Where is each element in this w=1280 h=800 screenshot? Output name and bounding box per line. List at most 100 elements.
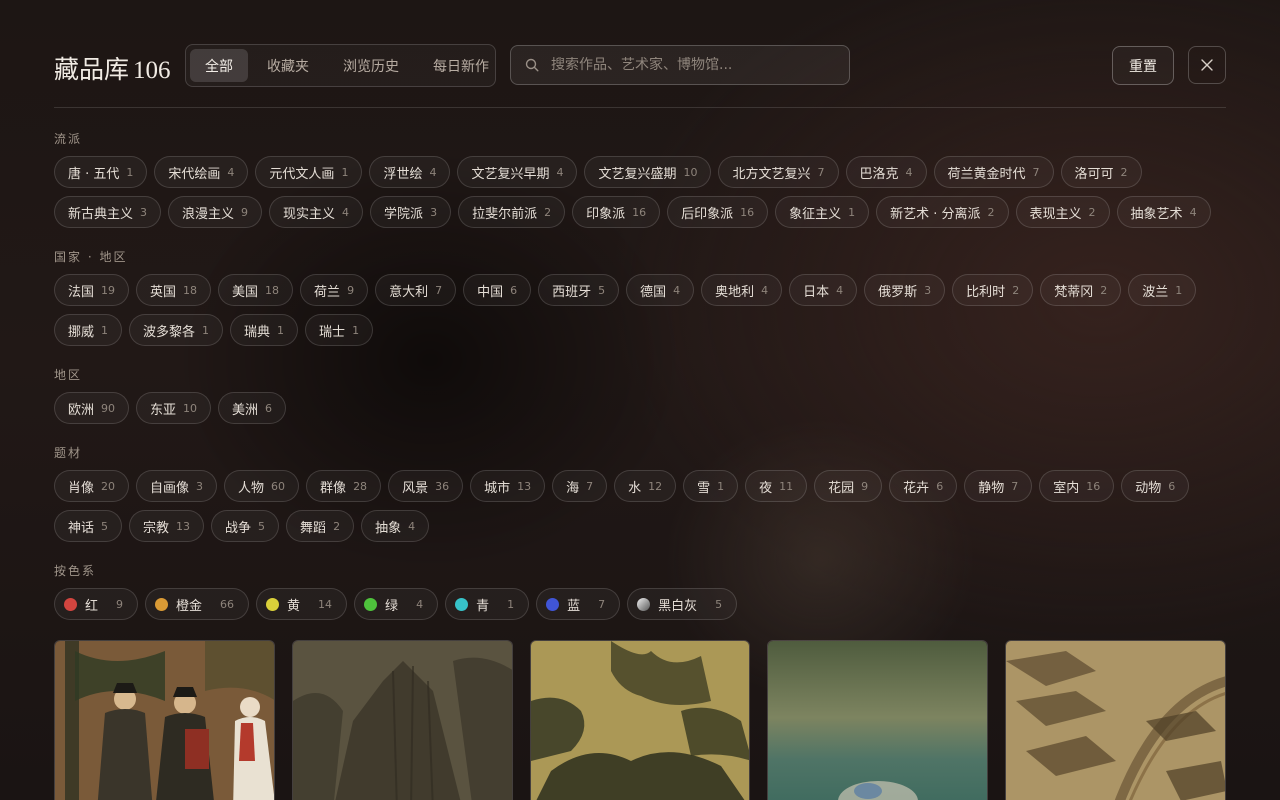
filter-chip[interactable]: 群像 28 xyxy=(306,470,382,502)
filter-chip[interactable]: 黄 14 xyxy=(256,588,348,620)
filter-chip[interactable]: 现实主义 4 xyxy=(269,196,364,228)
filter-chip[interactable]: 后印象派 16 xyxy=(667,196,769,228)
tab-all[interactable]: 全部 xyxy=(190,49,248,82)
artwork-card[interactable] xyxy=(767,640,989,800)
filter-chip[interactable]: 意大利 7 xyxy=(375,274,457,306)
filter-chip[interactable]: 波兰 1 xyxy=(1128,274,1197,306)
search-input[interactable] xyxy=(551,57,831,73)
filter-chip[interactable]: 水 12 xyxy=(614,470,677,502)
filter-chip[interactable]: 瑞典 1 xyxy=(230,314,299,346)
filter-chip[interactable]: 橙金 66 xyxy=(145,588,250,620)
filter-chip[interactable]: 美国 18 xyxy=(218,274,294,306)
filter-chip-count: 4 xyxy=(673,283,681,297)
filter-chip[interactable]: 宋代绘画 4 xyxy=(154,156,249,188)
filter-chip[interactable]: 花卉 6 xyxy=(889,470,958,502)
filter-chip[interactable]: 印象派 16 xyxy=(572,196,661,228)
filter-chip[interactable]: 舞蹈 2 xyxy=(286,510,355,542)
search-box[interactable] xyxy=(510,45,850,85)
filter-chip[interactable]: 室内 16 xyxy=(1039,470,1115,502)
artwork-card[interactable] xyxy=(54,640,275,800)
filter-chip[interactable]: 荷兰黄金时代 7 xyxy=(933,156,1054,188)
filter-chip[interactable]: 文艺复兴早期 4 xyxy=(457,156,578,188)
artwork-card[interactable] xyxy=(529,640,751,800)
filter-chip[interactable]: 动物 6 xyxy=(1121,470,1190,502)
filter-chip[interactable]: 海7 xyxy=(552,470,608,502)
filter-chip[interactable]: 抽象 4 xyxy=(361,510,430,542)
filter-chip[interactable]: 浮世绘 4 xyxy=(369,156,451,188)
filter-chip[interactable]: 法国 19 xyxy=(54,274,130,306)
tab-daily-new[interactable]: 每日新作 xyxy=(418,49,504,82)
filter-chip[interactable]: 欧洲 90 xyxy=(54,392,130,424)
filter-chip[interactable]: 学院派 3 xyxy=(370,196,452,228)
filter-chip[interactable]: 波多黎各 1 xyxy=(129,314,224,346)
filter-chip[interactable]: 文艺复兴盛期 10 xyxy=(584,156,712,188)
filter-chip[interactable]: 宗教 13 xyxy=(129,510,205,542)
filter-chip[interactable]: 北方文艺复兴 7 xyxy=(718,156,839,188)
filter-chip[interactable]: 表现主义 2 xyxy=(1015,196,1110,228)
filter-chip[interactable]: 绿4 xyxy=(354,588,439,620)
filter-chip[interactable]: 浪漫主义 9 xyxy=(168,196,263,228)
filter-chip[interactable]: 花园 9 xyxy=(814,470,883,502)
filter-chip[interactable]: 荷兰 9 xyxy=(300,274,369,306)
filter-chip-count: 13 xyxy=(176,519,191,533)
filter-chip[interactable]: 新古典主义 3 xyxy=(54,196,162,228)
filter-chip-label: 橙金 xyxy=(176,598,203,614)
filter-chip-label: 雪 xyxy=(697,480,711,496)
filter-chip-label: 新艺术 · 分离派 xyxy=(890,206,981,222)
filter-chip[interactable]: 人物 60 xyxy=(224,470,300,502)
subject-filter-section: 题材 肖像 20 自画像 3 人物 60 群像 28 风景 36 城市 13 海 7 水 12 雪 1 夜 11 花园 9… xyxy=(54,445,1226,542)
filter-chip-count: 6 xyxy=(510,283,518,297)
filter-chip-label: 海 xyxy=(566,480,580,496)
filter-chip[interactable]: 战争 5 xyxy=(211,510,280,542)
filter-chip[interactable]: 新艺术 · 分离派 2 xyxy=(876,196,1009,228)
filter-chip[interactable]: 静物 7 xyxy=(964,470,1033,502)
filter-chip[interactable]: 雪1 xyxy=(683,470,739,502)
filter-chip[interactable]: 元代文人画 1 xyxy=(255,156,363,188)
filter-chip[interactable]: 青1 xyxy=(445,588,530,620)
reset-button[interactable]: 重置 xyxy=(1112,46,1174,85)
tab-history[interactable]: 浏览历史 xyxy=(328,49,414,82)
filter-chip-label: 象征主义 xyxy=(789,206,842,222)
filter-chip[interactable]: 中国 6 xyxy=(463,274,532,306)
filter-chip-count: 2 xyxy=(333,519,341,533)
filter-chip[interactable]: 蓝7 xyxy=(536,588,621,620)
filter-chip[interactable]: 英国 18 xyxy=(136,274,212,306)
filter-chip[interactable]: 东亚 10 xyxy=(136,392,212,424)
artwork-card[interactable] xyxy=(291,640,513,800)
filter-chip-count: 9 xyxy=(241,205,249,219)
filter-chip[interactable]: 瑞士 1 xyxy=(305,314,374,346)
filter-chip[interactable]: 西班牙 5 xyxy=(538,274,620,306)
close-button[interactable] xyxy=(1188,46,1226,84)
filter-chip[interactable]: 奥地利 4 xyxy=(701,274,783,306)
filter-chip[interactable]: 唐 · 五代 1 xyxy=(54,156,148,188)
filter-chip-count: 4 xyxy=(342,205,350,219)
filter-chip[interactable]: 黑白灰 5 xyxy=(627,588,738,620)
filter-chip[interactable]: 拉斐尔前派 2 xyxy=(458,196,566,228)
filter-chip[interactable]: 挪威 1 xyxy=(54,314,123,346)
filter-chip[interactable]: 城市 13 xyxy=(470,470,546,502)
filter-chip[interactable]: 肖像 20 xyxy=(54,470,130,502)
filter-chip[interactable]: 洛可可 2 xyxy=(1060,156,1142,188)
filter-chip-count: 1 xyxy=(717,479,725,493)
filter-chip[interactable]: 比利时 2 xyxy=(952,274,1034,306)
section-label-region: 地区 xyxy=(54,368,83,382)
filter-chip-count: 16 xyxy=(632,205,647,219)
filter-chip[interactable]: 抽象艺术 4 xyxy=(1116,196,1211,228)
close-icon xyxy=(1201,59,1213,71)
filter-chip[interactable]: 梵蒂冈 2 xyxy=(1040,274,1122,306)
filter-chip[interactable]: 俄罗斯 3 xyxy=(864,274,946,306)
filter-chip[interactable]: 神话 5 xyxy=(54,510,123,542)
school-chips: 唐 · 五代 1 宋代绘画 4 元代文人画 1 浮世绘 4 文艺复兴早期 4 文艺复兴盛期 10 北方文… xyxy=(54,156,1226,228)
filter-chip[interactable]: 红9 xyxy=(54,588,139,620)
artwork-card[interactable] xyxy=(1005,640,1226,800)
filter-chip[interactable]: 巴洛克 4 xyxy=(845,156,927,188)
filter-chip[interactable]: 自画像 3 xyxy=(136,470,218,502)
filter-chip[interactable]: 象征主义 1 xyxy=(775,196,870,228)
filter-chip[interactable]: 风景 36 xyxy=(388,470,464,502)
filter-chip[interactable]: 德国 4 xyxy=(626,274,695,306)
filter-chip[interactable]: 日本 4 xyxy=(789,274,858,306)
tab-favorites[interactable]: 收藏夹 xyxy=(252,49,324,82)
filter-chip[interactable]: 美洲 6 xyxy=(218,392,287,424)
filter-chip[interactable]: 夜 11 xyxy=(745,470,808,502)
filter-chip-label: 拉斐尔前派 xyxy=(472,206,538,222)
